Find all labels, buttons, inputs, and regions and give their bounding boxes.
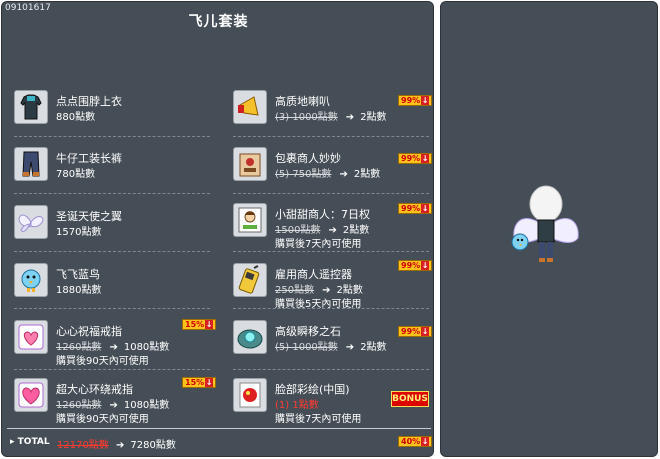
item-price-line: 250點數 ➔ 2點數 xyxy=(275,281,363,296)
package-item[interactable]: 牛仔工装长裤 780點數 xyxy=(14,147,224,197)
new-price: 2點數 xyxy=(360,342,387,353)
divider xyxy=(233,369,429,370)
item-price: 780點數 xyxy=(56,169,96,180)
teleport-rock-icon xyxy=(233,320,267,354)
item-name: 心心祝福戒指 xyxy=(56,325,122,338)
item-note: 購買後90天內可使用 xyxy=(56,414,149,425)
package-title: 飞儿套装 xyxy=(188,14,249,30)
item-name: 小甜甜商人：7日权 xyxy=(275,208,370,221)
package-detail-panel: 09101617 飞儿套装 点点围脖上衣 880點數 牛仔工装长裤 780點數 … xyxy=(1,1,434,457)
discount-badge: 99% ↓ xyxy=(398,153,433,164)
item-price: 1570點數 xyxy=(56,227,102,238)
parcel-merchant-icon xyxy=(233,147,267,181)
arrow-icon: ➔ xyxy=(345,342,355,353)
divider xyxy=(233,251,429,252)
package-item[interactable]: 圣诞天使之翼 1570點數 xyxy=(14,205,224,255)
item-note: 購買後7天內可使用 xyxy=(275,414,362,425)
item-name: 雇用商人遥控器 xyxy=(275,268,352,281)
package-item[interactable]: 飞飞蓝鸟 1880點數 xyxy=(14,263,224,313)
new-price: 2點數 xyxy=(360,112,387,123)
total-new-price: 7280點數 xyxy=(130,440,176,451)
arrow-icon: ➔ xyxy=(339,169,348,180)
item-price: (1) 1點數 xyxy=(275,400,319,411)
divider xyxy=(233,308,429,309)
item-price: 1880點數 xyxy=(56,285,102,296)
total-new-price-line: ➔ 7280點數 xyxy=(116,436,176,451)
old-price: (5) 750點數 xyxy=(275,169,332,180)
face-paint-icon xyxy=(233,378,267,412)
item-name: 圣诞天使之翼 xyxy=(56,210,122,223)
item-name: 高质地喇叭 xyxy=(275,95,330,108)
item-name: 包裹商人妙妙 xyxy=(275,152,341,165)
item-name: 飞飞蓝鸟 xyxy=(56,268,100,281)
item-name: 高级瞬移之石 xyxy=(275,325,341,338)
divider xyxy=(233,193,429,194)
arrow-icon: ➔ xyxy=(345,112,355,123)
item-price: 880點數 xyxy=(56,112,96,123)
item-price-line: 1260點數 ➔ 1080點數 xyxy=(56,338,169,353)
item-note: 購買後7天內可使用 xyxy=(275,239,362,250)
item-name: 脸部彩绘(中国) xyxy=(275,383,350,396)
discount-badge: 99% ↓ xyxy=(398,95,433,106)
item-note: 購買後90天內可使用 xyxy=(56,356,149,367)
megaphone-icon xyxy=(233,90,267,124)
total-old-price: 12170點數 xyxy=(57,440,109,451)
big-heart-ring-icon xyxy=(14,378,48,412)
divider xyxy=(233,136,429,137)
item-name: 超大心环绕戒指 xyxy=(56,383,133,396)
pants-icon xyxy=(14,147,48,181)
divider xyxy=(14,251,210,252)
item-price-line: (5) 750點數 ➔ 2點數 xyxy=(275,165,380,180)
divider xyxy=(14,193,210,194)
remote-control-icon xyxy=(233,263,267,297)
bonus-badge: BONUS xyxy=(391,391,429,407)
jacket-icon xyxy=(14,90,48,124)
merchant-permit-icon xyxy=(233,203,267,237)
discount-badge: 99% ↓ xyxy=(398,203,433,214)
discount-badge: 15% ↓ xyxy=(182,377,217,388)
divider xyxy=(14,308,210,309)
arrow-icon: ➔ xyxy=(116,440,125,451)
item-name: 点点围脖上衣 xyxy=(56,95,122,108)
item-price-line: 1260點數 ➔ 1080點數 xyxy=(56,396,169,411)
item-name: 牛仔工装长裤 xyxy=(56,152,122,165)
package-item[interactable]: 点点围脖上衣 880點數 xyxy=(14,90,224,140)
discount-badge: 99% ↓ xyxy=(398,260,433,271)
item-price-line: (5) 1000點數 ➔ 2點數 xyxy=(275,338,387,353)
discount-badge: 99% ↓ xyxy=(398,326,433,337)
divider xyxy=(14,136,210,137)
blue-bird-icon xyxy=(14,263,48,297)
angel-wings-icon xyxy=(14,205,48,239)
item-price-line: 1500點數 ➔ 2點數 xyxy=(275,221,369,236)
new-price: 2點數 xyxy=(353,169,381,180)
heart-ring-icon xyxy=(14,320,48,354)
total-discount-badge: 40% ↓ xyxy=(398,436,433,447)
divider xyxy=(14,369,210,370)
old-price: (5) 1000點數 xyxy=(275,342,338,353)
total-label: ▸ TOTAL xyxy=(10,437,50,447)
character-preview xyxy=(506,180,586,270)
old-price: (3) 1000點數 xyxy=(275,112,338,123)
item-price-line: (3) 1000點數 ➔ 2點數 xyxy=(275,108,387,123)
footer-divider xyxy=(7,428,431,429)
discount-badge: 15% ↓ xyxy=(182,319,217,330)
